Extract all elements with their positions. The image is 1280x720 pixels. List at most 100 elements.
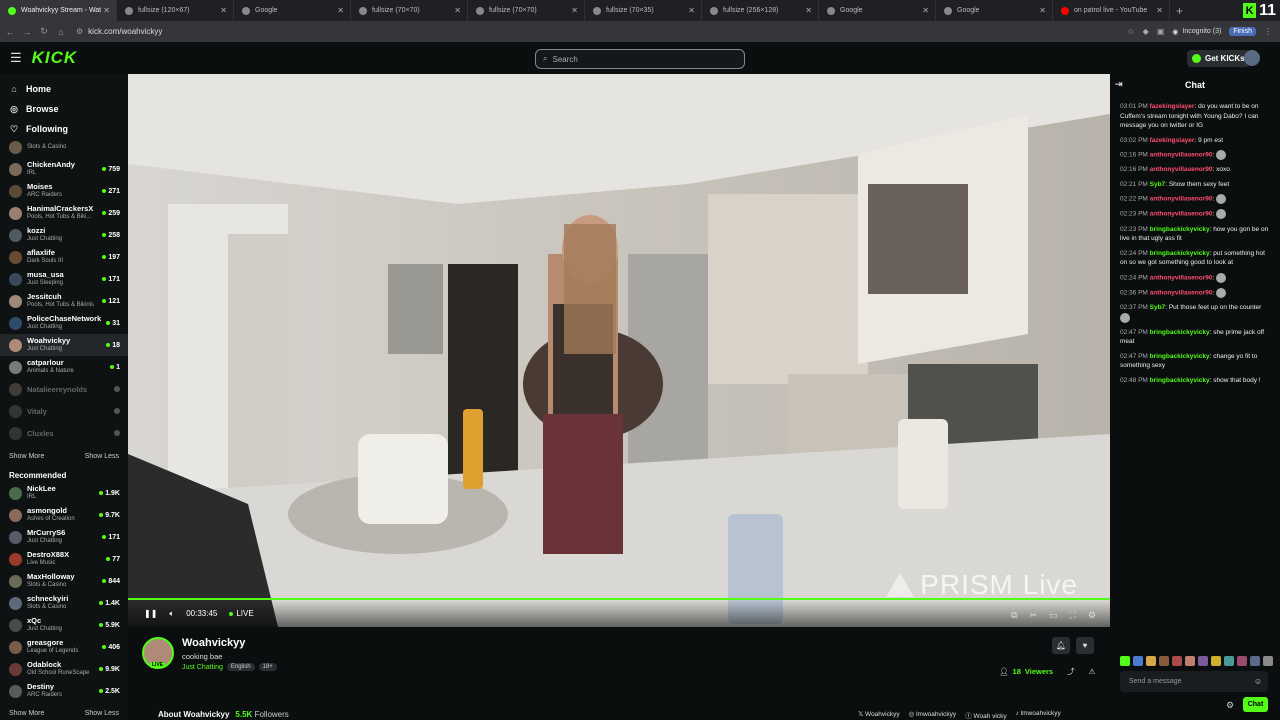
emote-icon[interactable] bbox=[1185, 656, 1195, 666]
emote-icon[interactable] bbox=[1263, 656, 1273, 666]
browser-tab[interactable]: on patrol live - YouTube ✕ bbox=[1053, 0, 1170, 21]
show-more-button[interactable]: Show More bbox=[9, 710, 44, 717]
video-player[interactable]: PRISM Live ❚❚ 🔈︎ 00:33:45 LIVE ⧉ ✂ ▭ ⛶ ⚙ bbox=[128, 74, 1110, 627]
message-username[interactable]: Syb7 bbox=[1150, 181, 1166, 188]
stream-category[interactable]: Just Chatting bbox=[182, 664, 223, 671]
hamburger-menu-icon[interactable]: ☰ bbox=[10, 50, 22, 66]
sidebar-channel[interactable]: MrCurryS6 Just Chatting 171 bbox=[0, 526, 128, 548]
sidebar-channel[interactable]: kozzi Just Chatting 258 bbox=[0, 224, 128, 246]
show-less-button[interactable]: Show Less bbox=[85, 453, 119, 460]
sidebar-channel[interactable]: PoliceChaseNetwork Just Chatting 31 bbox=[0, 312, 128, 334]
message-username[interactable]: fazekingslayer bbox=[1150, 137, 1195, 144]
message-username[interactable]: anthonyvillasenor90 bbox=[1150, 211, 1213, 218]
sidebar-channel[interactable]: xQc Just Chatting 5.9K bbox=[0, 614, 128, 636]
chat-settings-icon[interactable]: ⚙ bbox=[1226, 700, 1234, 711]
sidebar-channel[interactable]: Cluxles bbox=[0, 422, 128, 444]
incognito-indicator[interactable]: ◉ Incognito (3) bbox=[1172, 28, 1221, 36]
tiktok-social-link[interactable]: ♪ lmwoahvickyy bbox=[1016, 710, 1061, 720]
sidebar-channel[interactable]: MaxHolloway Slots & Casino 844 bbox=[0, 570, 128, 592]
browser-tab[interactable]: fullsize (70×70) ✕ bbox=[351, 0, 468, 21]
chat-input[interactable]: Send a message ☺ bbox=[1120, 671, 1268, 692]
browser-tab[interactable]: fullsize (120×67) ✕ bbox=[117, 0, 234, 21]
sidebar-channel[interactable]: Slots & Casino bbox=[0, 136, 128, 158]
sidebar-channel[interactable]: greasgore League of Legends 406 bbox=[0, 636, 128, 658]
kick-logo[interactable]: KICK bbox=[32, 48, 78, 68]
new-tab-button[interactable]: + bbox=[1176, 4, 1183, 18]
sidebar-channel[interactable]: Woahvickyy Just Chatting 18 bbox=[0, 334, 128, 356]
sidebar-channel[interactable]: musa_usa Just Sleeping 171 bbox=[0, 268, 128, 290]
reload-icon[interactable]: ↻ bbox=[37, 26, 51, 37]
emote-icon[interactable] bbox=[1224, 656, 1234, 666]
browser-tab[interactable]: Google ✕ bbox=[819, 0, 936, 21]
sidebar-channel[interactable]: catparlour Animals & Nature 1 bbox=[0, 356, 128, 378]
close-tab-icon[interactable]: ✕ bbox=[1156, 6, 1163, 15]
sidebar-channel[interactable]: Moises ARC Raiders 271 bbox=[0, 180, 128, 202]
theater-mode-icon[interactable]: ▭ bbox=[1049, 610, 1058, 621]
sidebar-channel[interactable]: Vitaly bbox=[0, 400, 128, 422]
emote-icon[interactable] bbox=[1159, 656, 1169, 666]
sidebar-nav-home[interactable]: ⌂ Home bbox=[0, 79, 128, 99]
show-less-button[interactable]: Show Less bbox=[85, 710, 119, 717]
home-icon[interactable]: ⌂ bbox=[54, 27, 68, 37]
emote-icon[interactable] bbox=[1133, 656, 1143, 666]
site-info-icon[interactable]: ⚙ bbox=[76, 27, 83, 36]
emote-icon[interactable] bbox=[1250, 656, 1260, 666]
close-tab-icon[interactable]: ✕ bbox=[220, 6, 227, 15]
menu-dots-icon[interactable]: ⋮ bbox=[1264, 27, 1272, 36]
close-tab-icon[interactable]: ✕ bbox=[454, 6, 461, 15]
message-username[interactable]: anthonyvillasenor90 bbox=[1150, 166, 1213, 173]
browser-tab[interactable]: Woahvickyy Stream - Wat ✕ bbox=[0, 0, 117, 21]
back-icon[interactable]: ← bbox=[3, 27, 17, 37]
emote-icon[interactable] bbox=[1146, 656, 1156, 666]
message-username[interactable]: anthonyvillasenor90 bbox=[1150, 274, 1213, 281]
emote-icon[interactable] bbox=[1237, 656, 1247, 666]
extensions-puzzle-icon[interactable]: ▣ bbox=[1157, 27, 1165, 36]
get-kicks-button[interactable]: Get KICKs bbox=[1187, 50, 1250, 67]
finish-update-button[interactable]: Finish bbox=[1229, 27, 1256, 36]
live-indicator[interactable]: LIVE bbox=[229, 609, 254, 618]
close-tab-icon[interactable]: ✕ bbox=[337, 6, 344, 15]
facebook-social-link[interactable]: ⓕ Woah vicky bbox=[965, 710, 1006, 720]
x-social-link[interactable]: 𝕏 Woahvickyy bbox=[858, 710, 900, 720]
message-username[interactable]: bringbackickyvicky bbox=[1150, 226, 1210, 233]
sidebar-channel[interactable]: schneckyiri Slots & Casino 1.4K bbox=[0, 592, 128, 614]
emote-icon[interactable] bbox=[1172, 656, 1182, 666]
sidebar-channel[interactable]: HanimalCrackersX Pools, Hot Tubs & Biki..… bbox=[0, 202, 128, 224]
message-username[interactable]: bringbackickyvicky bbox=[1150, 250, 1210, 257]
browser-tab[interactable]: Google ✕ bbox=[234, 0, 351, 21]
search-input[interactable]: ⌕ Search bbox=[535, 49, 745, 69]
close-tab-icon[interactable]: ✕ bbox=[571, 6, 578, 15]
sidebar-nav-browse[interactable]: ◎ Browse bbox=[0, 99, 128, 119]
tag-mature[interactable]: 18+ bbox=[258, 663, 277, 671]
message-username[interactable]: Syb7 bbox=[1150, 304, 1166, 311]
sidebar-channel[interactable]: Jessitcuh Pools, Hot Tubs & Bikinis 121 bbox=[0, 290, 128, 312]
sidebar-channel[interactable]: Destiny ARC Raiders 2.5K bbox=[0, 680, 128, 702]
close-tab-icon[interactable]: ✕ bbox=[103, 6, 110, 15]
pip-icon[interactable]: ⧉ bbox=[1011, 610, 1017, 621]
browser-tab[interactable]: fullsize (256×128) ✕ bbox=[702, 0, 819, 21]
emote-icon[interactable] bbox=[1198, 656, 1208, 666]
tag-language[interactable]: English bbox=[226, 663, 255, 671]
sidebar-channel[interactable]: asmongold Ashes of Creation 9.7K bbox=[0, 504, 128, 526]
message-username[interactable]: bringbackickyvicky bbox=[1150, 377, 1210, 384]
user-avatar[interactable] bbox=[1244, 50, 1260, 66]
sidebar-channel[interactable]: NickLee IRL 1.9K bbox=[0, 482, 128, 504]
message-username[interactable]: bringbackickyvicky bbox=[1150, 329, 1210, 336]
pause-icon[interactable]: ❚❚ bbox=[144, 609, 157, 618]
report-icon[interactable]: ⚠ bbox=[1089, 667, 1096, 676]
send-chat-button[interactable]: Chat bbox=[1243, 697, 1268, 712]
share-icon[interactable]: ⤴ bbox=[1067, 666, 1075, 677]
sidebar-channel[interactable]: Odablock Old School RuneScape 9.9K bbox=[0, 658, 128, 680]
message-username[interactable]: anthonyvillasenor90 bbox=[1150, 152, 1213, 159]
extension-badge[interactable]: K 11 bbox=[1243, 0, 1280, 21]
emote-icon[interactable] bbox=[1211, 656, 1221, 666]
forward-icon[interactable]: → bbox=[20, 27, 34, 37]
channel-name[interactable]: Woahvickyy bbox=[182, 637, 245, 649]
close-tab-icon[interactable]: ✕ bbox=[1039, 6, 1046, 15]
message-username[interactable]: fazekingslayer bbox=[1150, 103, 1195, 110]
sidebar-channel[interactable]: DestroX88X Live Music 77 bbox=[0, 548, 128, 570]
message-username[interactable]: anthonyvillasenor90 bbox=[1150, 196, 1213, 203]
clip-icon[interactable]: ✂ bbox=[1030, 610, 1038, 621]
message-username[interactable]: bringbackickyvicky bbox=[1150, 353, 1210, 360]
close-tab-icon[interactable]: ✕ bbox=[688, 6, 695, 15]
